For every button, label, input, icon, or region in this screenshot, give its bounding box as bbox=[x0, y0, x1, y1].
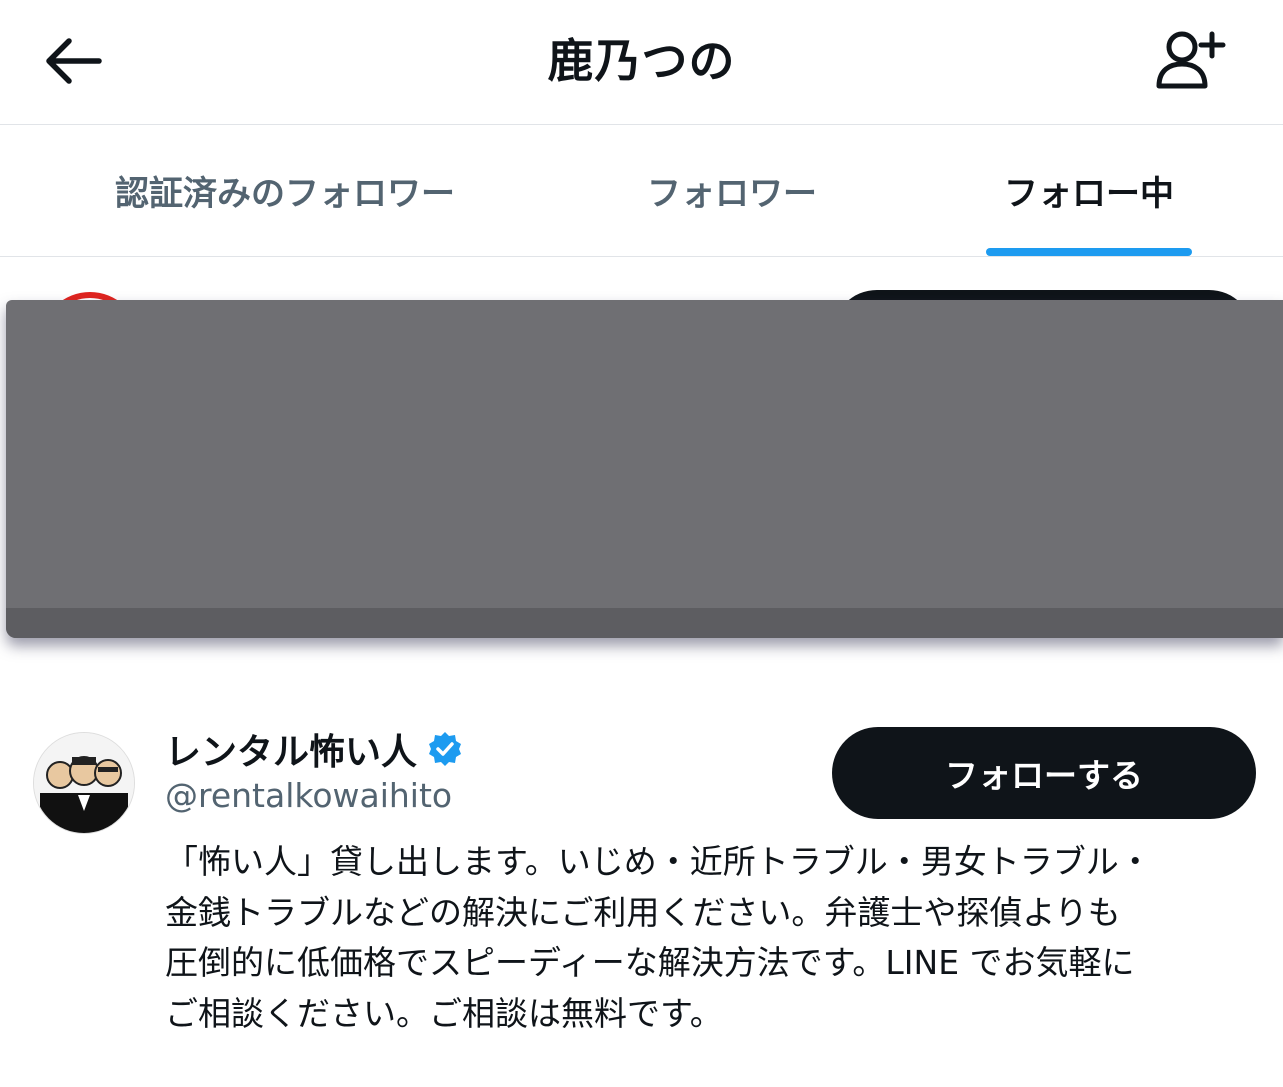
tab-followers[interactable]: フォロワー bbox=[600, 125, 864, 256]
tab-bar: 認証済みのフォロワー フォロワー フォロー中 bbox=[0, 125, 1283, 257]
top-bar: 鹿乃つの bbox=[0, 0, 1283, 125]
page-title: 鹿乃つの bbox=[547, 34, 736, 88]
add-user-button[interactable] bbox=[1151, 24, 1231, 94]
user-handle: @rentalkowaihito bbox=[165, 776, 453, 815]
active-tab-indicator bbox=[986, 248, 1192, 256]
bio-line: 「怖い人」貸し出します。いじめ・近所トラブル・男女トラブル・ bbox=[165, 842, 1152, 881]
verified-badge-icon bbox=[427, 731, 463, 767]
tab-following[interactable]: フォロー中 bbox=[976, 125, 1202, 256]
avatar-illustration bbox=[34, 733, 134, 833]
follow-button[interactable]: フォローする bbox=[832, 727, 1256, 819]
avatar[interactable] bbox=[33, 732, 135, 834]
tab-verified-followers[interactable]: 認証済みのフォロワー bbox=[70, 125, 500, 256]
bio-line: ご相談ください。ご相談は無料です。 bbox=[165, 993, 723, 1033]
user-name-row: レンタル怖い人 bbox=[165, 722, 463, 776]
redaction-overlay bbox=[6, 300, 1283, 638]
bio-line: 金銭トラブルなどの解決にご利用ください。弁護士や探偵よりも bbox=[165, 892, 1121, 932]
user-name[interactable]: レンタル怖い人 bbox=[165, 723, 417, 775]
user-bio: 「怖い人」貸し出します。いじめ・近所トラブル・男女トラブル・ 金銭トラブルなどの… bbox=[165, 837, 1255, 1039]
person-plus-icon bbox=[1156, 31, 1226, 89]
bio-line: 圧倒的に低価格でスピーディーな解決方法です。LINE でお気軽に bbox=[165, 943, 1135, 982]
